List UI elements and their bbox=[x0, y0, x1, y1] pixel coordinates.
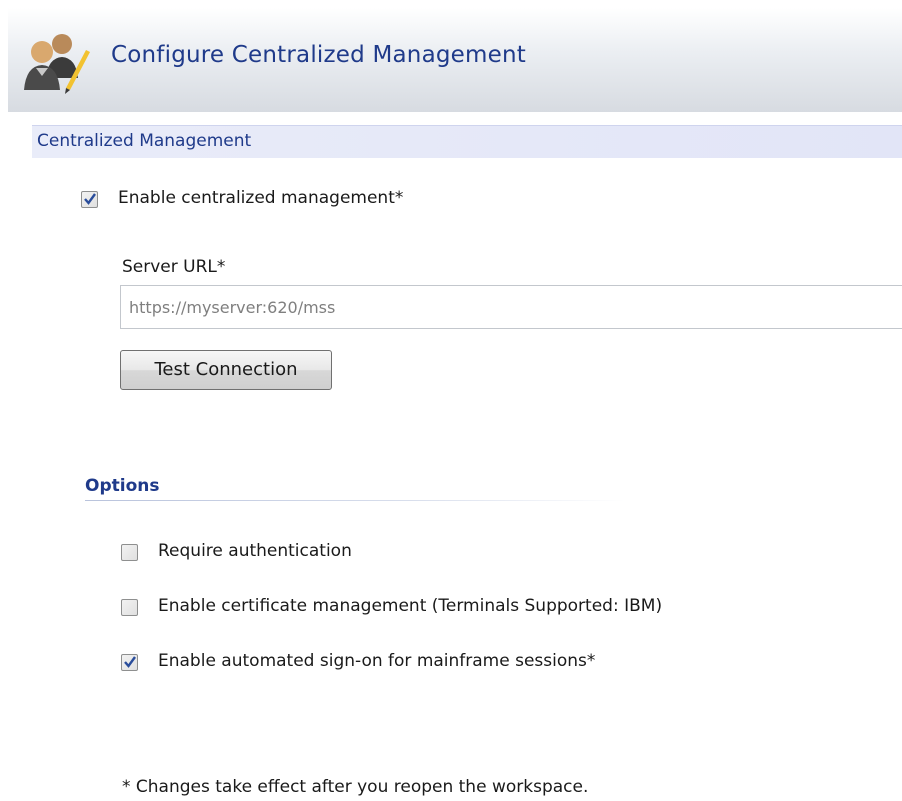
section-title: Centralized Management bbox=[37, 131, 252, 151]
test-connection-button[interactable]: Test Connection bbox=[120, 350, 332, 390]
footnote-text: * Changes take effect after you reopen t… bbox=[122, 777, 589, 797]
section-header: Centralized Management bbox=[32, 125, 902, 158]
automated-signon-label[interactable]: Enable automated sign-on for mainframe s… bbox=[158, 651, 595, 671]
page-title: Configure Centralized Management bbox=[111, 42, 526, 68]
checkmark-icon bbox=[84, 193, 96, 205]
options-title: Options bbox=[85, 476, 160, 496]
users-pencil-icon bbox=[24, 34, 90, 94]
options-divider bbox=[85, 500, 625, 501]
require-authentication-checkbox[interactable] bbox=[121, 544, 138, 561]
server-url-label: Server URL* bbox=[122, 257, 226, 277]
enable-centralized-checkbox[interactable] bbox=[81, 191, 98, 208]
require-authentication-label[interactable]: Require authentication bbox=[158, 541, 352, 561]
certificate-management-label[interactable]: Enable certificate management (Terminals… bbox=[158, 596, 662, 616]
certificate-management-checkbox[interactable] bbox=[121, 599, 138, 616]
server-url-input[interactable] bbox=[120, 285, 902, 329]
enable-centralized-label[interactable]: Enable centralized management* bbox=[118, 188, 403, 208]
checkmark-icon bbox=[124, 656, 136, 668]
page-header: Configure Centralized Management bbox=[8, 8, 902, 112]
automated-signon-checkbox[interactable] bbox=[121, 654, 138, 671]
